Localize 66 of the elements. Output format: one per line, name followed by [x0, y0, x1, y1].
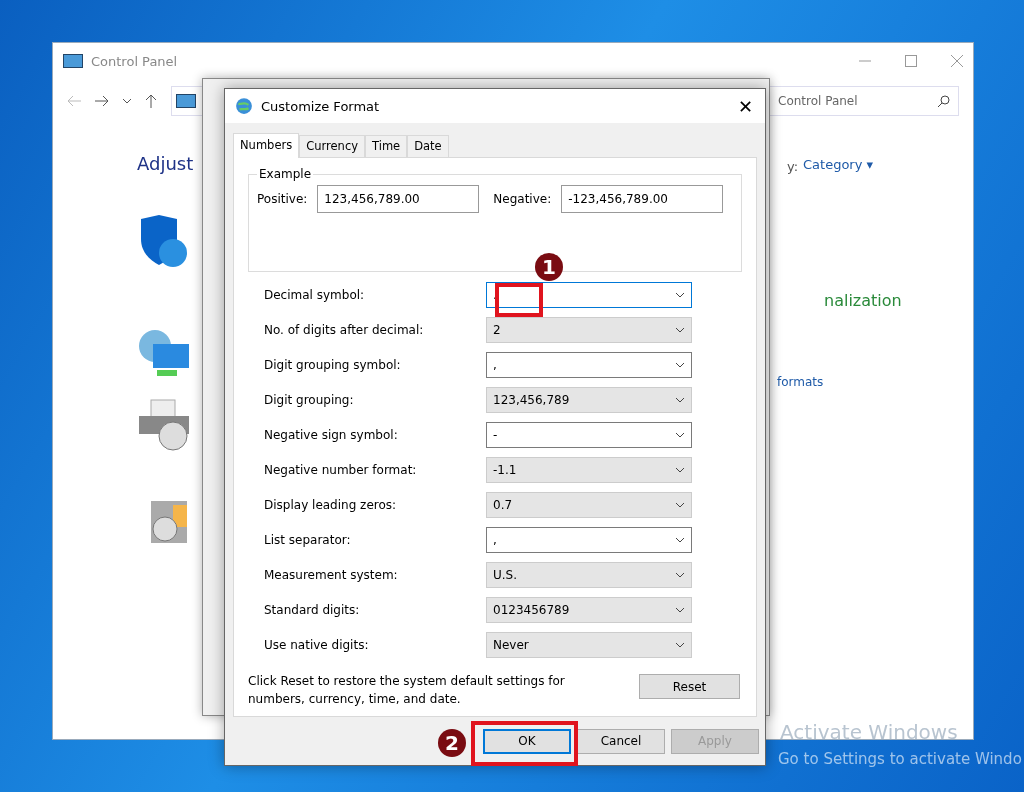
setting-dropdown[interactable]: 0123456789 [486, 597, 692, 623]
control-panel-icon [63, 54, 83, 68]
search-icon [938, 95, 950, 107]
up-arrow-icon[interactable] [145, 94, 157, 108]
setting-label: No. of digits after decimal: [263, 323, 425, 337]
tab[interactable]: Currency [299, 135, 365, 158]
view-by-label: y: [787, 159, 799, 174]
setting-dropdown[interactable]: 0.7 [486, 492, 692, 518]
setting-label: Standard digits: [263, 603, 361, 617]
tab[interactable]: Numbers [233, 133, 300, 158]
chevron-down-icon [675, 502, 685, 508]
group-title: Example [257, 167, 314, 181]
control-panel-icon [176, 94, 196, 108]
setting-dropdown[interactable]: 2 [486, 317, 692, 343]
tab[interactable]: Date [407, 135, 449, 158]
setting-dropdown[interactable]: U.S. [486, 562, 692, 588]
close-icon[interactable] [951, 55, 963, 67]
chevron-down-icon [675, 432, 685, 438]
setting-dropdown[interactable]: -1.1 [486, 457, 692, 483]
setting-dropdown[interactable]: Never [486, 632, 692, 658]
task-link[interactable]: formats [777, 375, 824, 389]
highlight-frame [495, 283, 543, 317]
setting-dropdown[interactable]: , [486, 527, 692, 553]
chevron-down-icon [675, 642, 685, 648]
tab[interactable]: Time [365, 135, 408, 158]
setting-dropdown[interactable]: , [486, 352, 692, 378]
forward-arrow-icon[interactable] [95, 95, 109, 107]
reset-note: Click Reset to restore the system default settings for numbers, currency, time, and date. [248, 673, 566, 708]
dialog-title: Customize Format [261, 98, 380, 114]
setting-label: Measurement system: [263, 568, 399, 582]
setting-dropdown[interactable]: - [486, 422, 692, 448]
category-link[interactable]: nalization [824, 291, 902, 310]
activation-text: Go to Settings to activate Windo [778, 750, 1022, 768]
negative-example-field: -123,456,789.00 [561, 185, 724, 213]
chevron-down-icon [675, 327, 685, 333]
chevron-down-icon [675, 537, 685, 543]
setting-label: Display leading zeros: [263, 498, 398, 512]
chevron-down-icon [675, 467, 685, 473]
setting-dropdown[interactable]: 123,456,789 [486, 387, 692, 413]
setting-label: Digit grouping: [263, 393, 355, 407]
setting-label: Digit grouping symbol: [263, 358, 402, 372]
chevron-down-icon [675, 572, 685, 578]
back-arrow-icon[interactable] [67, 95, 81, 107]
setting-label: Decimal symbol: [263, 288, 366, 302]
setting-label: Use native digits: [263, 638, 370, 652]
setting-label: Negative sign symbol: [263, 428, 399, 442]
activation-title: Activate Windows [780, 720, 958, 744]
positive-example-field: 123,456,789.00 [317, 185, 480, 213]
setting-label: List separator: [263, 533, 352, 547]
cancel-button[interactable]: Cancel [577, 728, 665, 754]
setting-label: Negative number format: [263, 463, 418, 477]
ok-button[interactable]: OK [483, 728, 571, 754]
category-dropdown[interactable]: Category ▾ [803, 157, 874, 172]
maximize-icon[interactable] [905, 55, 917, 67]
chevron-down-icon [675, 362, 685, 368]
globe-icon [235, 97, 253, 115]
window-title: Control Panel [91, 53, 178, 69]
chevron-down-icon[interactable] [123, 98, 131, 104]
setting-dropdown[interactable]: . [486, 282, 692, 308]
negative-label: Negative: [493, 192, 552, 206]
chevron-down-icon [675, 607, 685, 613]
reset-button[interactable]: Reset [639, 674, 740, 699]
chevron-down-icon [675, 292, 685, 298]
positive-label: Positive: [257, 192, 308, 206]
chevron-down-icon [675, 397, 685, 403]
page-heading: Adjust [137, 153, 194, 174]
